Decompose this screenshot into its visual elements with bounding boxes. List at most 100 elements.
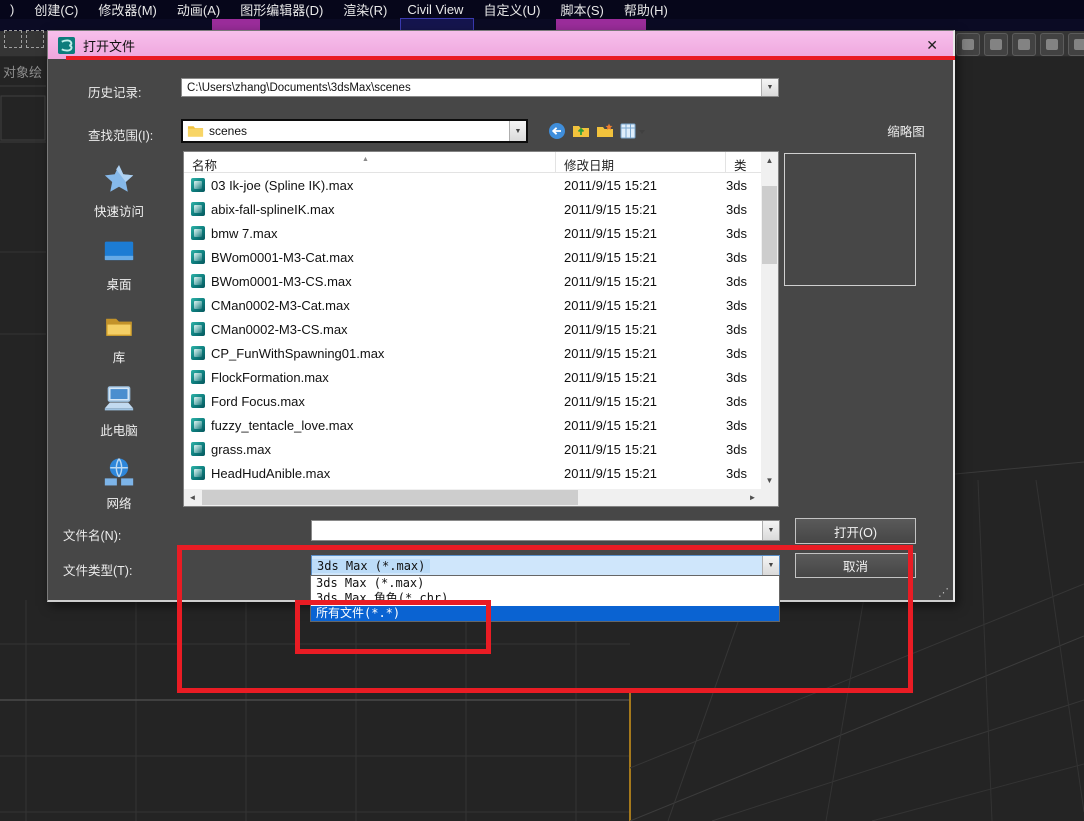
dropdown-option-chr[interactable]: 3ds Max 角色(*.chr) — [311, 591, 779, 606]
file-name: BWom0001-M3-Cat.max — [211, 249, 354, 265]
close-icon[interactable]: ✕ — [921, 37, 943, 54]
dropdown-option-max[interactable]: 3ds Max (*.max) — [311, 576, 779, 591]
menu-item-create[interactable]: 创建(C) — [24, 0, 88, 19]
horizontal-scroll-thumb[interactable] — [202, 490, 578, 505]
table-row[interactable]: bmw 7.max 2011/9/15 15:21 3ds — [184, 221, 761, 245]
resize-grip[interactable] — [938, 586, 949, 599]
file-type: 3ds — [726, 297, 747, 313]
sidebar-item-label: 桌面 — [106, 278, 132, 292]
table-row[interactable]: HeadHudAnible.max 2011/9/15 15:21 3ds — [184, 461, 761, 485]
sidebar-item-network[interactable]: 网络 — [60, 447, 178, 520]
star-icon — [104, 165, 134, 192]
scroll-down-icon[interactable] — [761, 472, 778, 489]
history-combobox[interactable]: C:\Users\zhang\Documents\3dsMax\scenes — [181, 78, 779, 97]
file-type: 3ds — [726, 465, 747, 481]
file-date: 2011/9/15 15:21 — [564, 201, 658, 217]
look-in-combobox[interactable]: scenes — [181, 119, 528, 143]
max-file-icon — [191, 250, 205, 264]
open-button[interactable]: 打开(O) — [795, 518, 916, 544]
sidebar-item-libraries[interactable]: 库 — [60, 301, 178, 374]
table-row[interactable]: CP_FunWithSpawning01.max 2011/9/15 15:21… — [184, 341, 761, 365]
file-type: 3ds — [726, 345, 747, 361]
history-value: C:\Users\zhang\Documents\3dsMax\scenes — [187, 81, 411, 94]
scrollbar-corner — [761, 489, 778, 506]
menu-item-clipped[interactable]: ) — [0, 2, 24, 17]
network-icon — [104, 458, 134, 486]
scroll-left-icon[interactable] — [184, 489, 201, 506]
folder-up-icon — [573, 126, 589, 137]
file-rows: 03 Ik-joe (Spline IK).max 2011/9/15 15:2… — [184, 173, 761, 489]
table-row[interactable]: CMan0002-M3-CS.max 2011/9/15 15:21 3ds — [184, 317, 761, 341]
file-name: CP_FunWithSpawning01.max — [211, 345, 385, 361]
table-row[interactable]: abix-fall-splineIK.max 2011/9/15 15:21 3… — [184, 197, 761, 221]
table-row[interactable]: Ford Focus.max 2011/9/15 15:21 3ds — [184, 389, 761, 413]
view-menu-icon — [620, 123, 645, 139]
table-row[interactable]: CMan0002-M3-Cat.max 2011/9/15 15:21 3ds — [184, 293, 761, 317]
folder-icon — [187, 126, 204, 137]
toolbar-fragment — [212, 19, 260, 30]
table-row[interactable]: fuzzy_tentacle_love.max 2011/9/15 15:21 … — [184, 413, 761, 437]
menu-item-rendering[interactable]: 渲染(R) — [333, 0, 397, 19]
look-in-value: scenes — [209, 124, 248, 138]
file-type-combobox[interactable]: 3ds Max (*.max) — [311, 555, 780, 576]
table-row[interactable]: 03 Ik-joe (Spline IK).max 2011/9/15 15:2… — [184, 173, 761, 197]
scroll-up-icon[interactable] — [761, 152, 778, 169]
scroll-right-icon[interactable] — [744, 489, 761, 506]
selection-region-icon[interactable] — [26, 30, 44, 48]
column-header-name[interactable]: 名称 — [184, 152, 556, 172]
view-menu-button[interactable] — [619, 121, 646, 141]
chevron-down-icon[interactable] — [762, 556, 779, 575]
file-date: 2011/9/15 15:21 — [564, 417, 658, 433]
toolbar-icon-5[interactable] — [1068, 33, 1084, 56]
menu-item-graph-editors[interactable]: 图形编辑器(D) — [230, 0, 333, 19]
max-file-icon — [191, 202, 205, 216]
sidebar-item-quick-access[interactable]: 快速访问 — [60, 155, 178, 228]
table-row[interactable]: BWom0001-M3-Cat.max 2011/9/15 15:21 3ds — [184, 245, 761, 269]
file-name-combobox[interactable] — [311, 520, 780, 541]
vertical-scrollbar[interactable] — [761, 152, 778, 489]
chevron-down-icon[interactable] — [509, 121, 526, 141]
library-icon — [106, 318, 132, 336]
sidebar-item-this-pc[interactable]: 此电脑 — [60, 374, 178, 447]
rectangular-selection-icon[interactable] — [4, 30, 22, 48]
menu-item-animation[interactable]: 动画(A) — [167, 0, 230, 19]
chevron-down-icon[interactable] — [761, 79, 778, 96]
dropdown-option-all-files[interactable]: 所有文件(*.*) — [311, 606, 779, 621]
up-one-level-button[interactable] — [571, 121, 591, 141]
toolbar-icon-3[interactable] — [1012, 33, 1036, 56]
sidebar-item-label: 库 — [112, 351, 126, 365]
back-button[interactable] — [547, 121, 567, 141]
max-file-icon — [191, 346, 205, 360]
new-folder-button[interactable] — [595, 121, 615, 141]
horizontal-scrollbar[interactable] — [184, 489, 761, 506]
vertical-scroll-thumb[interactable] — [762, 186, 777, 264]
sidebar-item-desktop[interactable]: 桌面 — [60, 228, 178, 301]
file-list-header: 名称 修改日期 类 — [184, 152, 761, 173]
toolbar-icon-2[interactable] — [984, 33, 1008, 56]
desktop-icon — [104, 241, 134, 261]
column-header-date[interactable]: 修改日期 — [556, 152, 726, 172]
file-name: grass.max — [211, 441, 271, 457]
menu-item-scripting[interactable]: 脚本(S) — [550, 0, 613, 19]
menu-item-customize[interactable]: 自定义(U) — [473, 0, 550, 19]
file-type: 3ds — [726, 441, 747, 457]
menu-item-help[interactable]: 帮助(H) — [614, 0, 678, 19]
menu-item-civil-view[interactable]: Civil View — [397, 2, 473, 17]
chevron-down-icon[interactable] — [762, 521, 779, 540]
toolbar-icon-4[interactable] — [1040, 33, 1064, 56]
toolbar-icon-1[interactable] — [956, 33, 980, 56]
cancel-button[interactable]: 取消 — [795, 553, 916, 578]
max-file-icon — [191, 466, 205, 480]
table-row[interactable]: grass.max 2011/9/15 15:21 3ds — [184, 437, 761, 461]
file-name: fuzzy_tentacle_love.max — [211, 417, 354, 433]
file-name: HeadHudAnible.max — [211, 465, 331, 481]
file-name: CMan0002-M3-CS.max — [211, 321, 348, 337]
dialog-title-bar[interactable]: 打开文件 ✕ — [48, 31, 953, 59]
column-header-type[interactable]: 类 — [726, 152, 761, 172]
table-row[interactable]: FlockFormation.max 2011/9/15 15:21 3ds — [184, 365, 761, 389]
table-row[interactable]: BWom0001-M3-CS.max 2011/9/15 15:21 3ds — [184, 269, 761, 293]
file-type: 3ds — [726, 201, 747, 217]
screen: ) 创建(C) 修改器(M) 动画(A) 图形编辑器(D) 渲染(R) Civi… — [0, 0, 1084, 821]
menu-item-modifiers[interactable]: 修改器(M) — [88, 0, 167, 19]
file-date: 2011/9/15 15:21 — [564, 321, 658, 337]
